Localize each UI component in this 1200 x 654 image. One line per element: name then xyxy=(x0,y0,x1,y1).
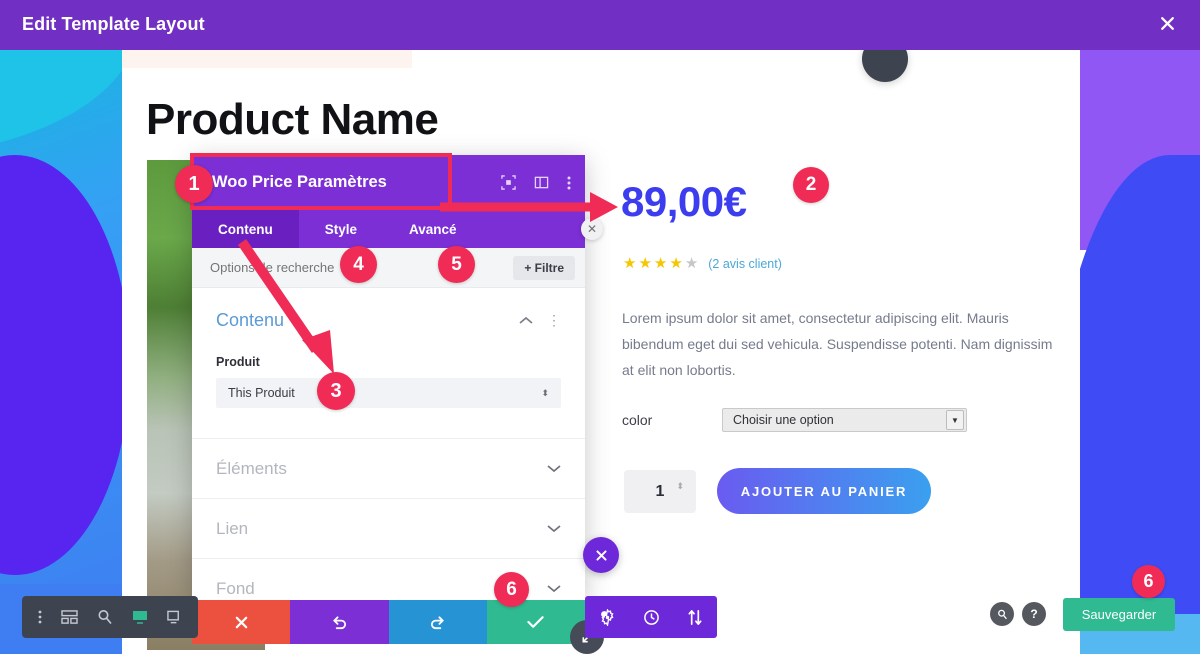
layout-columns-icon[interactable] xyxy=(534,175,549,190)
tab-contenu[interactable]: Contenu xyxy=(192,210,299,248)
chevron-down-icon xyxy=(547,461,561,476)
produit-select-value: This Produit xyxy=(228,386,295,400)
cancel-action-button[interactable] xyxy=(192,600,291,644)
produit-select[interactable]: This Produit ⬍ xyxy=(216,378,561,408)
annotation-badge-5: 5 xyxy=(438,246,475,283)
more-vertical-icon[interactable] xyxy=(38,609,42,625)
star-icon: ★ xyxy=(638,255,652,272)
modal-header-icons xyxy=(501,175,571,191)
annotation-rect-1 xyxy=(190,153,452,210)
question-help-icon[interactable]: ? xyxy=(1022,602,1046,626)
chevron-down-icon xyxy=(547,521,561,536)
spinner-icon: ⬍ xyxy=(541,387,549,398)
bg-shape-purple-blob xyxy=(0,155,122,575)
page-title: Product Name xyxy=(146,95,439,144)
gear-icon[interactable] xyxy=(599,608,616,626)
quantity-stepper[interactable]: 1 ⬍ xyxy=(624,470,696,513)
star-icon: ★ xyxy=(623,255,637,272)
attribute-select[interactable]: Choisir une option ▼ xyxy=(722,408,967,432)
star-icon-empty: ★ xyxy=(684,255,699,272)
add-to-cart-button[interactable]: AJOUTER AU PANIER xyxy=(717,468,931,514)
section-elements-label: Éléments xyxy=(216,458,287,478)
page-tint-strip xyxy=(122,50,412,68)
background-left-decoration xyxy=(0,50,122,654)
tab-avance[interactable]: Avancé xyxy=(383,210,483,248)
product-price: 89,00€ xyxy=(621,178,747,225)
help-buttons-group: ? xyxy=(990,602,1046,626)
more-vertical-icon[interactable] xyxy=(567,175,571,191)
product-description: Lorem ipsum dolor sit amet, consectetur … xyxy=(622,310,1053,378)
sliders-icon[interactable] xyxy=(687,609,703,626)
zoom-icon[interactable] xyxy=(97,609,113,625)
attribute-label: color xyxy=(622,412,653,428)
quantity-value: 1 xyxy=(655,482,665,500)
modal-search-bar: + Filtre xyxy=(192,248,585,288)
attribute-select-value: Choisir une option xyxy=(733,413,834,427)
content-section-tools: ⋮ xyxy=(519,312,561,330)
filter-button[interactable]: + Filtre xyxy=(513,255,575,280)
desktop-icon[interactable] xyxy=(132,610,148,625)
section-elements[interactable]: Éléments xyxy=(192,438,585,498)
rating-stars: ★ ★ ★ ★ ★ (2 avis client) xyxy=(623,256,782,271)
star-icon: ★ xyxy=(669,255,683,272)
produit-field-label: Produit xyxy=(216,355,260,369)
builder-purple-toolbar xyxy=(585,596,717,638)
chevron-down-icon xyxy=(547,581,561,596)
sauvegarder-button[interactable]: Sauvegarder xyxy=(1063,598,1175,631)
history-clock-icon[interactable] xyxy=(643,609,660,626)
more-vertical-icon[interactable]: ⋮ xyxy=(547,312,561,329)
undo-action-button[interactable] xyxy=(290,600,389,644)
tablet-icon[interactable] xyxy=(167,610,182,625)
spinner-icon[interactable]: ⬍ xyxy=(676,482,684,491)
content-section-title: Contenu xyxy=(216,310,285,330)
chevron-down-icon: ▼ xyxy=(946,410,964,430)
annotation-badge-2: 2 xyxy=(793,167,829,203)
search-help-icon[interactable] xyxy=(990,602,1014,626)
annotation-badge-6-save-action: 6 xyxy=(494,572,529,607)
bg-shape-cyan xyxy=(0,50,122,156)
section-lien[interactable]: Lien xyxy=(192,498,585,558)
section-fond-label: Fond xyxy=(216,578,255,598)
app-root: Product Name 89,00€ ★ ★ ★ ★ ★ (2 avis cl… xyxy=(0,0,1200,654)
section-lien-label: Lien xyxy=(216,518,249,538)
annotation-badge-4: 4 xyxy=(340,246,377,283)
modal-action-bar xyxy=(192,600,585,644)
background-right-decoration xyxy=(1080,50,1200,654)
annotation-badge-6-sauvegarder: 6 xyxy=(1132,565,1165,598)
topbar: Edit Template Layout xyxy=(0,0,1200,50)
wireframe-icon[interactable] xyxy=(61,609,78,625)
builder-left-toolbar xyxy=(22,596,198,638)
close-icon[interactable] xyxy=(1154,12,1180,38)
product-attribute-row: color Choisir une option ▼ xyxy=(622,408,1062,432)
star-icon: ★ xyxy=(653,255,668,272)
redo-action-button[interactable] xyxy=(388,600,487,644)
annotation-badge-3: 3 xyxy=(317,372,355,410)
chevron-up-icon[interactable] xyxy=(519,312,533,330)
tab-style[interactable]: Style xyxy=(299,210,383,248)
content-section-header[interactable]: Contenu ⋮ xyxy=(216,310,561,331)
fullscreen-icon[interactable] xyxy=(501,175,516,190)
content-section: Contenu ⋮ Produit This Produit ⬍ xyxy=(192,288,585,408)
reviews-link[interactable]: (2 avis client) xyxy=(708,257,782,271)
annotation-badge-1: 1 xyxy=(175,165,213,203)
close-module-button[interactable] xyxy=(583,537,619,573)
panel-close-icon[interactable]: ✕ xyxy=(581,218,603,240)
topbar-title: Edit Template Layout xyxy=(22,14,205,34)
module-settings-modal: Woo Price Paramètres Contenu Style Avanc… xyxy=(192,155,585,600)
modal-tabs: Contenu Style Avancé xyxy=(192,210,585,248)
